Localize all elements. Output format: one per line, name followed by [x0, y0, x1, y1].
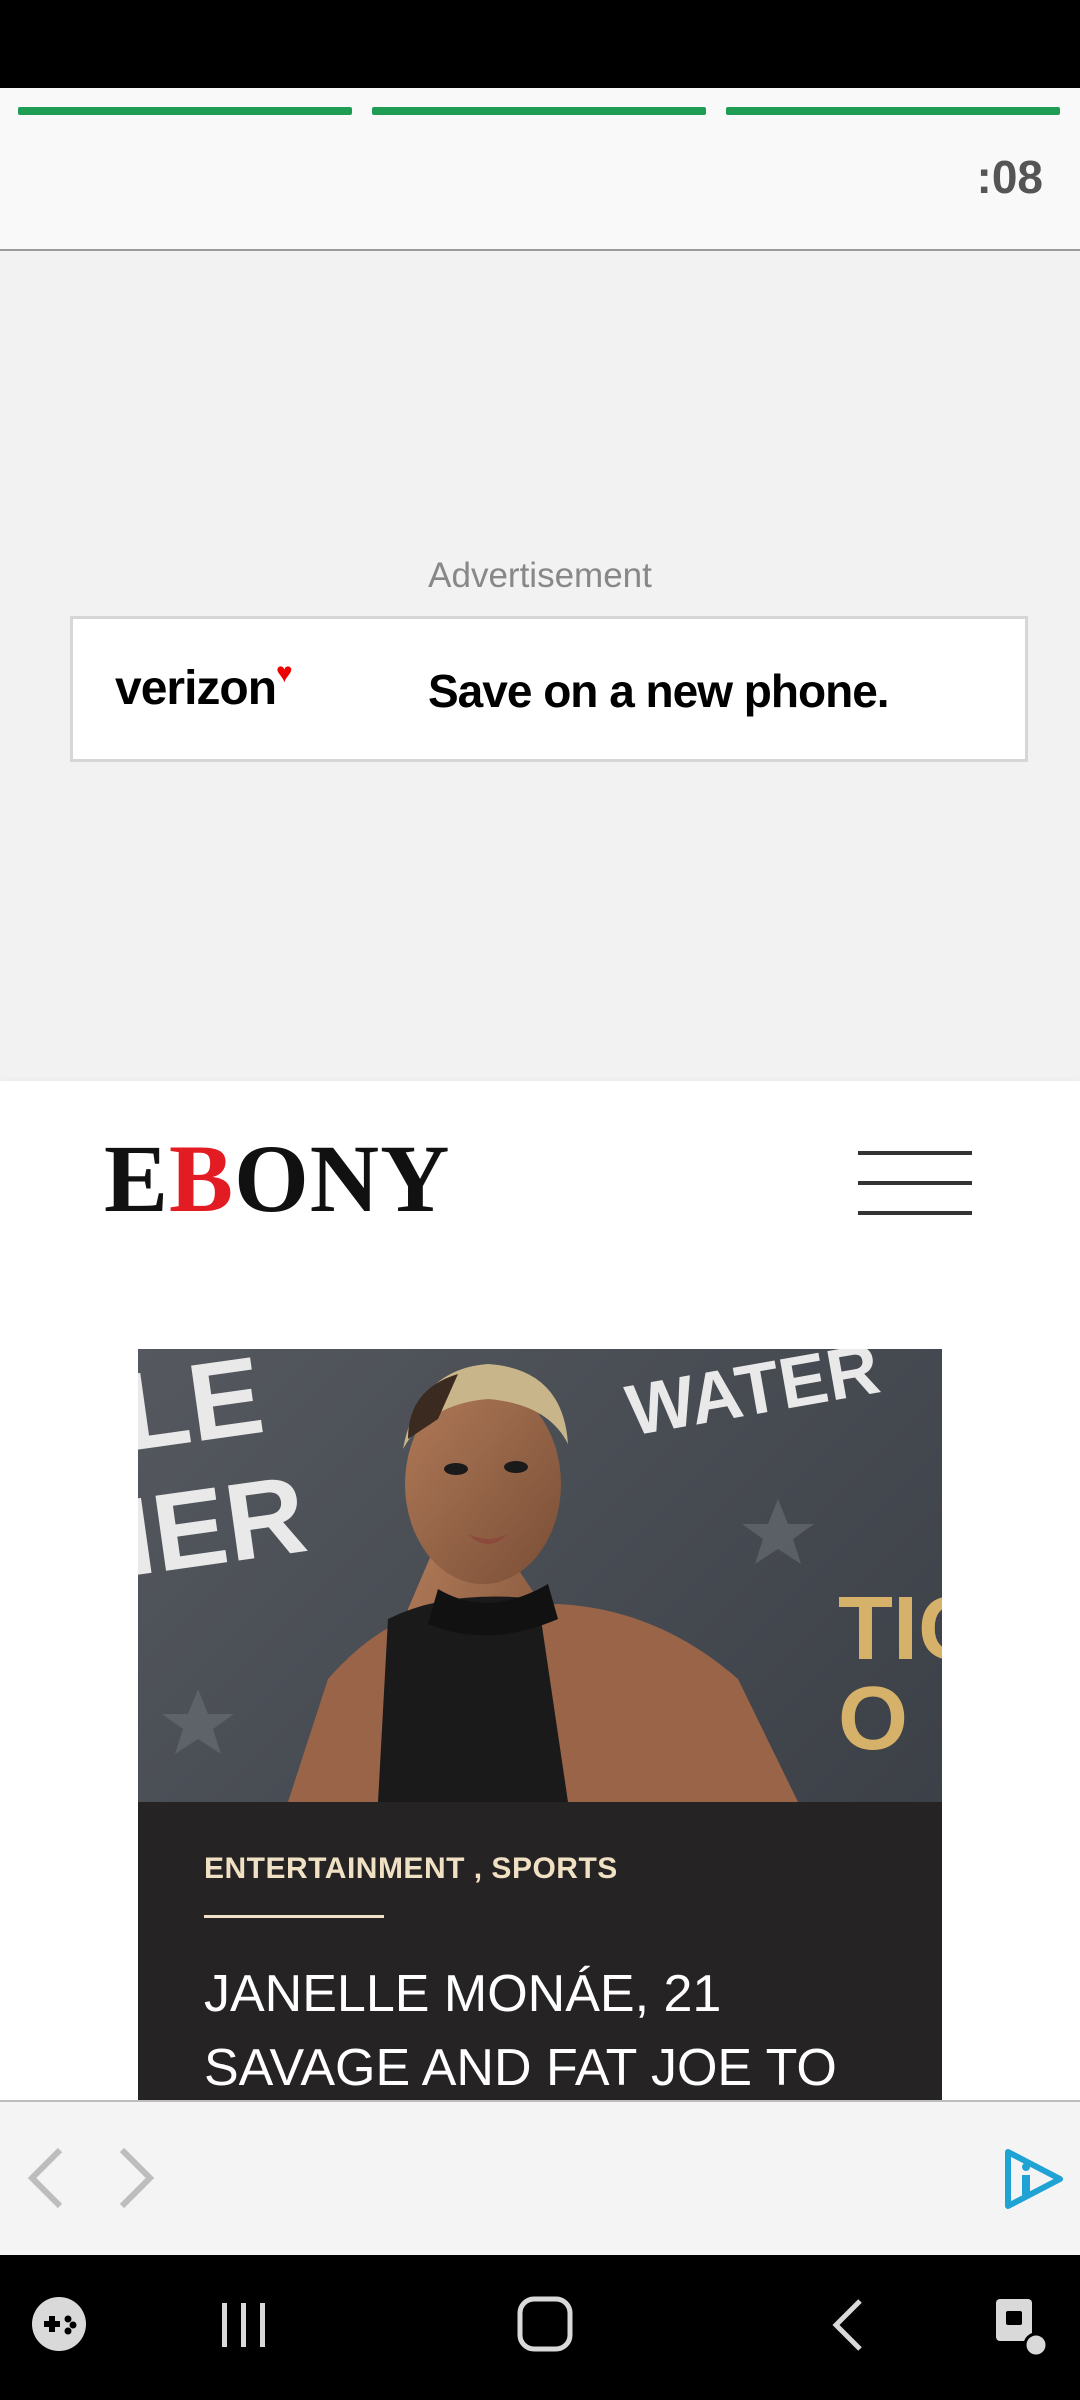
category-underline [204, 1915, 384, 1918]
play-info-icon[interactable] [1000, 2146, 1066, 2212]
game-launcher-icon[interactable] [30, 2295, 88, 2353]
home-icon[interactable] [516, 2295, 574, 2353]
menu-line [858, 1181, 972, 1185]
verizon-logo: verizon♥ [115, 657, 293, 715]
story-timer: :08 [976, 151, 1043, 203]
ad-tagline: Save on a new phone. [428, 665, 890, 717]
article-headline[interactable]: JANELLE MONÁE, 21 SAVAGE AND FAT JOE TO [204, 1957, 884, 2105]
story-progress-header: :08 [0, 88, 1080, 251]
site-header: EBONY [0, 1081, 1080, 1280]
verizon-ad-banner[interactable]: verizon♥ Save on a new phone. [70, 616, 1028, 762]
story-progress-segment-3 [726, 107, 1060, 115]
ad-container: Advertisement verizon♥ Save on a new pho… [0, 251, 1080, 1081]
story-progress-segment-1 [18, 107, 352, 115]
article-photo-illustration: LE IER WATER TIC O [138, 1349, 942, 1802]
screen-lock-icon[interactable] [992, 2295, 1052, 2359]
story-progress-segment-2 [372, 107, 706, 115]
main-content: LE IER WATER TIC O ENTERTAINMENT , SPORT… [0, 1280, 1080, 2100]
article-categories[interactable]: ENTERTAINMENT , SPORTS [204, 1852, 618, 1886]
menu-line [858, 1211, 972, 1215]
browser-bottom-bar [0, 2100, 1080, 2255]
menu-button[interactable] [858, 1151, 972, 1215]
forward-arrow-icon[interactable] [112, 2146, 160, 2210]
backdrop-text-left: LE [138, 1349, 270, 1475]
ebony-logo[interactable]: EBONY [104, 1131, 450, 1227]
article-card[interactable]: ENTERTAINMENT , SPORTS JANELLE MONÁE, 21… [138, 1802, 942, 2100]
backdrop-text-right-2: O [838, 1669, 908, 1769]
system-navigation-bar [0, 2255, 1080, 2400]
recents-icon[interactable] [218, 2299, 270, 2351]
article-photo[interactable]: LE IER WATER TIC O [138, 1349, 942, 1802]
back-icon[interactable] [828, 2297, 868, 2353]
backdrop-text-left-2: IER [138, 1452, 313, 1599]
menu-line [858, 1151, 972, 1155]
status-bar [0, 0, 1080, 88]
backdrop-text-right: TIC [838, 1579, 942, 1679]
heart-icon: ♥ [276, 657, 293, 688]
backdrop-text-water: WATER [621, 1349, 886, 1452]
back-arrow-icon[interactable] [22, 2146, 70, 2210]
ad-label: Advertisement [428, 556, 652, 595]
